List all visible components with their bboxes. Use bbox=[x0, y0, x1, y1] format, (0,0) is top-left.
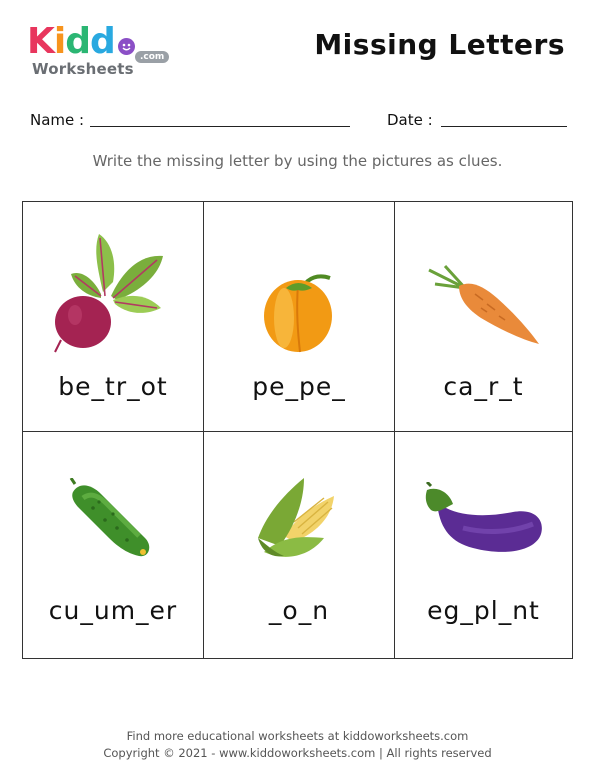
instruction-text: Write the missing letter by using the pi… bbox=[92, 152, 503, 170]
eggplant-icon bbox=[425, 482, 542, 552]
missing-letter-word: ca_r_t bbox=[443, 372, 524, 401]
date-label: Date : bbox=[387, 111, 433, 129]
worksheet-cell: ca_r_t bbox=[395, 202, 572, 431]
name-line[interactable] bbox=[90, 126, 350, 127]
name-label: Name : bbox=[30, 111, 85, 129]
beetroot-icon bbox=[54, 234, 163, 353]
carrot-icon bbox=[428, 264, 539, 344]
worksheet-cell: pe_pe_ bbox=[204, 202, 394, 431]
logo-com-badge: .com bbox=[135, 51, 170, 63]
logo-letter: i bbox=[53, 21, 66, 62]
missing-letter-word: pe_pe_ bbox=[252, 372, 346, 401]
logo-letter: d bbox=[90, 21, 116, 62]
date-line[interactable] bbox=[441, 126, 567, 127]
logo-letter: d bbox=[65, 21, 91, 62]
footer-promo[interactable]: Find more educational worksheets at kidd… bbox=[0, 729, 595, 743]
cucumber-icon bbox=[69, 478, 150, 557]
page-title: Missing Letters bbox=[314, 28, 565, 61]
worksheet-cell: eg_pl_nt bbox=[395, 432, 572, 659]
kiddo-worksheets-logo: K i d d Worksheets .com bbox=[27, 21, 170, 80]
logo-subtitle: Worksheets bbox=[32, 60, 134, 78]
worksheet-grid: be_tr_ot pe_pe_ ca_r_t cu_um_er _o_n eg_… bbox=[22, 201, 573, 659]
worksheet-cell: cu_um_er bbox=[23, 432, 203, 659]
footer-copyright: Copyright © 2021 - www.kiddoworksheets.c… bbox=[103, 746, 492, 760]
missing-letter-word: eg_pl_nt bbox=[427, 596, 540, 625]
logo-letter: K bbox=[27, 21, 55, 62]
pepper-icon bbox=[264, 274, 332, 353]
corn-icon bbox=[258, 478, 334, 557]
missing-letter-word: _o_n bbox=[268, 596, 330, 625]
missing-letter-word: be_tr_ot bbox=[58, 372, 168, 401]
missing-letter-word: cu_um_er bbox=[48, 596, 178, 625]
worksheet-cell: be_tr_ot bbox=[23, 202, 203, 431]
worksheet-cell: _o_n bbox=[204, 432, 394, 659]
logo-smile-icon bbox=[118, 38, 135, 55]
